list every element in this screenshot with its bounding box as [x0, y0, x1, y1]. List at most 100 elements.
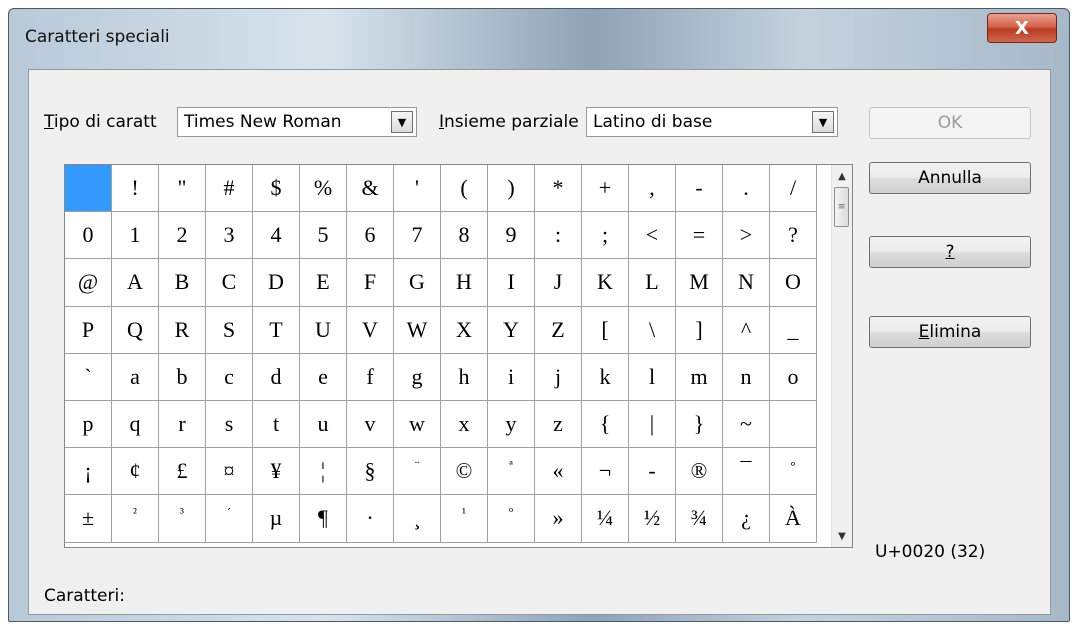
char-cell[interactable]: j	[535, 353, 582, 401]
char-cell[interactable]: *	[535, 165, 582, 213]
char-cell[interactable]: u	[300, 400, 347, 449]
char-cell[interactable]: 0	[65, 212, 112, 260]
char-cell[interactable]: ´	[206, 495, 253, 543]
char-cell[interactable]: W	[394, 306, 441, 354]
char-cell[interactable]: U	[300, 306, 347, 354]
char-cell[interactable]: M	[676, 259, 723, 307]
char-cell[interactable]: 2	[159, 212, 206, 260]
char-cell[interactable]: {	[582, 400, 629, 449]
char-cell[interactable]: Z	[535, 306, 582, 354]
char-cell[interactable]: >	[723, 212, 770, 260]
char-cell[interactable]: |	[629, 400, 676, 449]
char-cell[interactable]: C	[206, 259, 253, 307]
char-cell[interactable]: }	[676, 400, 723, 449]
char-cell[interactable]: !	[112, 165, 159, 213]
font-select[interactable]: Times New Roman ▼	[177, 107, 417, 137]
char-cell[interactable]: Q	[112, 306, 159, 354]
char-cell[interactable]: "	[159, 165, 206, 213]
chevron-down-icon[interactable]: ▼	[812, 111, 834, 133]
char-cell[interactable]: .	[723, 165, 770, 213]
char-cell[interactable]: S	[206, 306, 253, 354]
char-cell[interactable]: d	[253, 353, 300, 401]
char-cell[interactable]: `	[65, 353, 112, 401]
char-cell[interactable]: -	[676, 165, 723, 213]
char-cell[interactable]: ¬	[582, 448, 629, 496]
scroll-thumb[interactable]: ≡	[834, 187, 849, 227]
char-cell[interactable]: w	[394, 400, 441, 449]
char-cell[interactable]: r	[159, 400, 206, 449]
char-cell[interactable]: ±	[65, 495, 112, 543]
char-cell[interactable]	[770, 400, 817, 449]
char-cell[interactable]: '	[394, 165, 441, 213]
char-cell[interactable]: ¶	[300, 495, 347, 543]
char-cell[interactable]: ¿	[723, 495, 770, 543]
char-cell[interactable]: q	[112, 400, 159, 449]
char-cell[interactable]: ¨	[394, 448, 441, 496]
char-cell[interactable]: l	[629, 353, 676, 401]
char-cell[interactable]: -	[629, 448, 676, 496]
char-cell[interactable]: &	[347, 165, 394, 213]
delete-button[interactable]: Elimina	[869, 316, 1031, 348]
char-cell[interactable]: g	[394, 353, 441, 401]
char-cell[interactable]: O	[770, 259, 817, 307]
cancel-button[interactable]: Annulla	[869, 162, 1031, 194]
char-cell[interactable]: k	[582, 353, 629, 401]
chevron-down-icon[interactable]: ▼	[391, 111, 413, 133]
scroll-up-icon[interactable]: ▲	[832, 167, 852, 185]
char-cell[interactable]: _	[770, 306, 817, 354]
char-cell[interactable]: +	[582, 165, 629, 213]
char-cell[interactable]: t	[253, 400, 300, 449]
char-cell[interactable]: L	[629, 259, 676, 307]
char-cell[interactable]: f	[347, 353, 394, 401]
ok-button[interactable]: OK	[869, 107, 1031, 139]
char-cell[interactable]: c	[206, 353, 253, 401]
char-cell[interactable]: H	[441, 259, 488, 307]
char-cell[interactable]: 7	[394, 212, 441, 260]
char-cell[interactable]: §	[347, 448, 394, 496]
char-cell[interactable]: ¥	[253, 448, 300, 496]
char-cell[interactable]: Y	[488, 306, 535, 354]
char-cell[interactable]: 4	[253, 212, 300, 260]
char-cell[interactable]: ¼	[582, 495, 629, 543]
char-cell[interactable]: K	[582, 259, 629, 307]
char-cell[interactable]: F	[347, 259, 394, 307]
char-cell[interactable]: N	[723, 259, 770, 307]
char-cell[interactable]: [	[582, 306, 629, 354]
char-cell[interactable]: #	[206, 165, 253, 213]
char-cell[interactable]: I	[488, 259, 535, 307]
char-cell[interactable]: <	[629, 212, 676, 260]
char-cell[interactable]: ²	[112, 495, 159, 543]
char-cell[interactable]: ;	[582, 212, 629, 260]
char-cell[interactable]: B	[159, 259, 206, 307]
char-cell[interactable]: 3	[206, 212, 253, 260]
char-cell[interactable]: i	[488, 353, 535, 401]
char-cell[interactable]: /	[770, 165, 817, 213]
char-cell[interactable]: £	[159, 448, 206, 496]
char-cell[interactable]: %	[300, 165, 347, 213]
character-grid[interactable]: ! " # $% & '() * +, -./0 1 2 3 4 5 6 7 8 9:; < = >? @ A B C D E F G H…	[64, 164, 853, 548]
char-cell[interactable]: e	[300, 353, 347, 401]
char-cell[interactable]: «	[535, 448, 582, 496]
char-cell[interactable]: J	[535, 259, 582, 307]
char-cell[interactable]: A	[112, 259, 159, 307]
char-cell[interactable]: °	[770, 448, 817, 496]
char-cell[interactable]: ¾	[676, 495, 723, 543]
char-cell[interactable]: =	[676, 212, 723, 260]
char-cell[interactable]: ¤	[206, 448, 253, 496]
char-cell[interactable]: p	[65, 400, 112, 449]
char-cell[interactable]: ¯	[723, 448, 770, 496]
char-cell[interactable]: R	[159, 306, 206, 354]
char-cell[interactable]: ^	[723, 306, 770, 354]
char-cell[interactable]: )	[488, 165, 535, 213]
char-cell[interactable]: ]	[676, 306, 723, 354]
vertical-scrollbar[interactable]: ▲ ≡ ▼	[831, 165, 852, 547]
char-cell[interactable]: (	[441, 165, 488, 213]
char-cell[interactable]: y	[488, 400, 535, 449]
char-cell[interactable]: s	[206, 400, 253, 449]
char-cell[interactable]: 1	[112, 212, 159, 260]
char-cell[interactable]: ~	[723, 400, 770, 449]
close-button[interactable]: X	[987, 13, 1057, 43]
char-cell[interactable]: À	[770, 495, 817, 543]
char-cell[interactable]: ®	[676, 448, 723, 496]
char-cell[interactable]: :	[535, 212, 582, 260]
